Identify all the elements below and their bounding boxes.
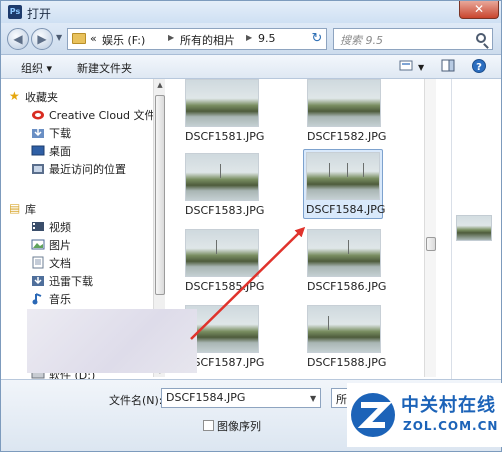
command-bar: 组织 ▾ 新建文件夹 ▼ ? bbox=[1, 55, 501, 79]
chevron-right-icon[interactable]: ▶ bbox=[168, 33, 174, 42]
forward-button[interactable]: ▶ bbox=[31, 28, 53, 50]
breadcrumb-overflow[interactable]: « bbox=[90, 32, 97, 45]
xunlei-download-icon bbox=[31, 274, 45, 287]
filename-dropdown-icon[interactable]: ▼ bbox=[310, 394, 316, 403]
back-button[interactable]: ◀ bbox=[7, 28, 29, 50]
library-header[interactable]: ▤ 库 bbox=[9, 201, 36, 217]
address-bar[interactable]: « 娱乐 (F:) ▶ 所有的相片 ▶ 9.5 ▼ bbox=[67, 28, 371, 50]
recent-pages-dropdown-icon[interactable]: ▼ bbox=[56, 33, 62, 42]
open-file-dialog: Ps 打开 ✕ ◀ ▶ ▼ « 娱乐 (F:) ▶ 所有的相片 ▶ 9.5 ▼ … bbox=[0, 0, 502, 452]
new-folder-button[interactable]: 新建文件夹 bbox=[77, 60, 132, 76]
close-button[interactable]: ✕ bbox=[459, 1, 499, 19]
photo-thumbnail-image bbox=[185, 79, 259, 127]
sidebar-item-videos[interactable]: 视频 bbox=[32, 219, 71, 235]
file-list: DSCF1581.JPG DSCF1582.JPG DSCF1583.JPG D… bbox=[169, 79, 439, 379]
photo-thumbnail-image bbox=[185, 229, 259, 277]
creative-cloud-icon bbox=[31, 108, 45, 121]
chevron-right-icon[interactable]: ▶ bbox=[246, 33, 252, 42]
preview-pane bbox=[451, 79, 501, 379]
window-title: 打开 bbox=[27, 7, 52, 21]
sidebar-item-music[interactable]: 音乐 bbox=[32, 291, 71, 307]
sidebar-item-downloads[interactable]: 下载 bbox=[32, 125, 71, 141]
scroll-up-icon[interactable]: ▲ bbox=[154, 79, 166, 91]
file-thumbnail[interactable]: DSCF1581.JPG bbox=[185, 79, 264, 143]
photo-thumbnail-image bbox=[307, 305, 381, 353]
filename-label: 文件名(N): bbox=[109, 394, 163, 407]
breadcrumb-folder[interactable]: 所有的相片 bbox=[180, 32, 235, 48]
desktop-icon bbox=[31, 144, 45, 157]
photo-thumbnail-image bbox=[307, 79, 381, 127]
blurred-region bbox=[27, 309, 197, 373]
photo-thumbnail-image bbox=[307, 229, 381, 277]
preview-pane-icon[interactable] bbox=[441, 59, 457, 73]
search-box[interactable]: 搜索 9.5 bbox=[333, 28, 493, 50]
sidebar-item-recent-places[interactable]: 最近访问的位置 bbox=[32, 161, 126, 177]
file-list-scroll-thumb[interactable] bbox=[426, 237, 436, 251]
filename-input[interactable]: DSCF1584.JPG bbox=[161, 388, 321, 408]
search-icon[interactable] bbox=[476, 33, 486, 43]
folder-icon bbox=[72, 33, 86, 44]
refresh-button[interactable]: ↻ bbox=[306, 28, 328, 50]
view-options-icon[interactable] bbox=[399, 59, 415, 73]
sidebar-item-documents[interactable]: 文档 bbox=[32, 255, 71, 271]
photo-thumbnail-image bbox=[185, 153, 259, 201]
image-sequence-checkbox[interactable] bbox=[203, 420, 214, 431]
sidebar-scroll-thumb[interactable] bbox=[155, 95, 165, 295]
breadcrumb-current[interactable]: 9.5 bbox=[258, 32, 276, 45]
help-icon[interactable]: ? bbox=[471, 59, 487, 73]
star-icon: ★ bbox=[9, 89, 20, 103]
documents-icon bbox=[31, 256, 45, 269]
preview-image bbox=[456, 215, 492, 241]
watermark-subtitle: ZOL.COM.CN bbox=[403, 419, 499, 433]
file-thumbnail[interactable]: DSCF1588.JPG bbox=[307, 305, 386, 369]
sidebar-item-desktop[interactable]: 桌面 bbox=[31, 143, 71, 159]
file-thumbnail-selected[interactable]: DSCF1584.JPG bbox=[303, 149, 385, 219]
navigation-bar: ◀ ▶ ▼ « 娱乐 (F:) ▶ 所有的相片 ▶ 9.5 ▼ ↻ 搜索 9.5 bbox=[1, 23, 501, 55]
recent-places-icon bbox=[31, 162, 45, 175]
library-icon: ▤ bbox=[9, 201, 21, 215]
pictures-icon bbox=[31, 238, 45, 251]
music-icon bbox=[31, 292, 45, 305]
watermark-title: 中关村在线 bbox=[401, 395, 496, 416]
view-dropdown-icon[interactable]: ▼ bbox=[418, 63, 424, 72]
zol-watermark: 中关村在线 ZOL.COM.CN bbox=[347, 383, 502, 447]
image-sequence-label: 图像序列 bbox=[217, 420, 261, 433]
search-placeholder: 搜索 9.5 bbox=[340, 34, 383, 47]
sidebar-item-pictures[interactable]: 图片 bbox=[31, 237, 71, 253]
favorites-header[interactable]: ★ 收藏夹 bbox=[9, 89, 58, 105]
title-bar: Ps 打开 ✕ bbox=[1, 1, 501, 23]
file-thumbnail[interactable]: DSCF1583.JPG bbox=[185, 153, 264, 217]
download-folder-icon bbox=[31, 126, 45, 139]
video-icon bbox=[31, 220, 45, 233]
sidebar-item-xunlei-downloads[interactable]: 迅雷下载 bbox=[32, 273, 93, 289]
file-thumbnail[interactable]: DSCF1582.JPG bbox=[307, 79, 386, 143]
file-thumbnail[interactable]: DSCF1586.JPG bbox=[307, 229, 386, 293]
sidebar-item-creative-cloud[interactable]: Creative Cloud 文件 bbox=[32, 107, 156, 123]
photoshop-icon: Ps bbox=[8, 5, 22, 19]
zol-logo-icon bbox=[351, 393, 395, 437]
file-thumbnail[interactable]: DSCF1585.JPG bbox=[185, 229, 264, 293]
organize-menu[interactable]: 组织 ▾ bbox=[21, 60, 52, 76]
breadcrumb-drive[interactable]: 娱乐 (F:) bbox=[102, 32, 145, 48]
file-list-scrollbar[interactable] bbox=[424, 79, 436, 377]
photo-thumbnail-image bbox=[306, 152, 380, 200]
svg-text:?: ? bbox=[476, 62, 482, 73]
